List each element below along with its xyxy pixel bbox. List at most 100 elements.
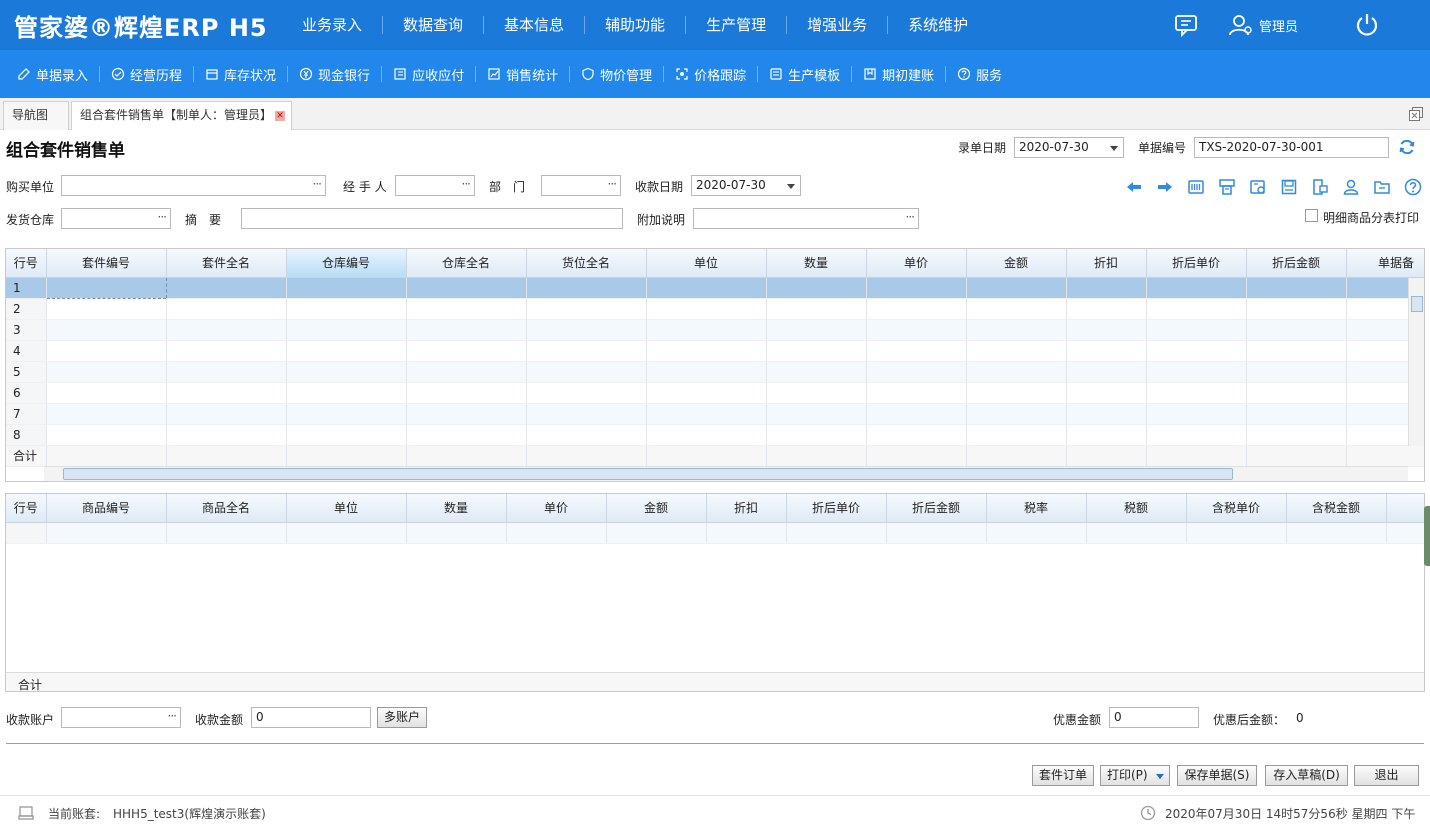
table-cell[interactable]	[406, 424, 527, 446]
table-cell[interactable]	[966, 403, 1067, 425]
table-cell[interactable]	[966, 340, 1067, 362]
table-cell[interactable]	[46, 382, 167, 404]
column-header[interactable]: 单位	[286, 494, 407, 523]
column-header[interactable]: 商品编号	[46, 494, 167, 523]
table-row[interactable]: 4	[6, 340, 1424, 362]
top-nav-aux-functions[interactable]: 辅助功能	[585, 16, 687, 34]
table-cell[interactable]	[526, 361, 647, 383]
column-header[interactable]: 单据备	[1346, 249, 1424, 278]
scrollbar-thumb[interactable]	[1411, 296, 1423, 312]
table-row[interactable]	[6, 522, 1424, 544]
table-cell[interactable]	[166, 424, 287, 446]
table-cell[interactable]	[406, 277, 527, 299]
ellipsis-icon[interactable]: ···	[608, 175, 618, 194]
subnav-document-entry[interactable]: 单据录入	[6, 66, 101, 84]
table-cell[interactable]	[406, 298, 527, 320]
kit-order-button[interactable]: 套件订单	[1032, 765, 1094, 786]
column-header[interactable]: 折后金额	[886, 494, 987, 523]
subnav-production-template[interactable]: 生产模板	[758, 66, 853, 84]
table-cell[interactable]	[286, 340, 407, 362]
table-cell[interactable]	[46, 340, 167, 362]
column-header[interactable]: 含税单价	[1186, 494, 1287, 523]
user-icon[interactable]	[1227, 12, 1253, 38]
table-cell[interactable]	[526, 424, 647, 446]
column-header[interactable]: 仓库编号	[286, 249, 407, 278]
scrollbar-thumb[interactable]	[63, 468, 1233, 480]
top-nav-business-entry[interactable]: 业务录入	[282, 16, 384, 34]
table-row[interactable]: 3	[6, 319, 1424, 341]
subnav-service[interactable]: 服务	[946, 66, 1013, 84]
config-icon[interactable]	[1242, 178, 1273, 198]
column-header[interactable]: 金额	[606, 494, 707, 523]
user-icon[interactable]	[1335, 178, 1366, 198]
table-cell[interactable]	[1146, 424, 1247, 446]
table-cell[interactable]	[766, 361, 867, 383]
table-cell[interactable]	[406, 382, 527, 404]
power-icon[interactable]	[1354, 12, 1380, 38]
table-cell[interactable]	[866, 382, 967, 404]
table-cell[interactable]	[1146, 277, 1247, 299]
restore-window-icon[interactable]	[1408, 106, 1424, 122]
table-cell[interactable]	[46, 298, 167, 320]
table-row[interactable]: 6	[6, 382, 1424, 404]
detail-print-checkbox[interactable]	[1305, 209, 1318, 222]
table-cell[interactable]	[1066, 277, 1147, 299]
table-cell[interactable]	[966, 382, 1067, 404]
table-cell[interactable]	[1246, 403, 1347, 425]
table-cell[interactable]	[1246, 319, 1347, 341]
table-cell[interactable]	[966, 298, 1067, 320]
horizontal-scrollbar[interactable]	[44, 466, 1408, 481]
table-cell[interactable]	[866, 403, 967, 425]
column-header[interactable]: 套件编号	[46, 249, 167, 278]
table-cell[interactable]	[526, 277, 647, 299]
barcode-icon[interactable]	[1180, 178, 1211, 198]
warehouse-input[interactable]: ···	[61, 208, 171, 229]
document-number-input[interactable]: TXS-2020-07-30-001	[1194, 137, 1389, 158]
table-cell[interactable]	[1066, 361, 1147, 383]
table-cell[interactable]	[766, 424, 867, 446]
arrow-left-icon[interactable]	[1118, 178, 1149, 198]
table-cell[interactable]	[526, 298, 647, 320]
table-cell[interactable]	[646, 340, 767, 362]
table-cell[interactable]	[866, 298, 967, 320]
multi-account-button[interactable]: 多账户	[377, 707, 427, 728]
ellipsis-icon[interactable]: ···	[462, 175, 472, 194]
column-header[interactable]: 数量	[766, 249, 867, 278]
table-row[interactable]: 2	[6, 298, 1424, 320]
column-header[interactable]: 仓库全名	[406, 249, 527, 278]
column-header[interactable]: 折后单价	[1146, 249, 1247, 278]
summary-input[interactable]	[241, 208, 623, 229]
table-cell[interactable]	[1146, 298, 1247, 320]
table-cell[interactable]	[45, 276, 167, 299]
table-cell[interactable]	[1066, 298, 1147, 320]
table-cell[interactable]	[1246, 298, 1347, 320]
table-cell[interactable]	[1246, 361, 1347, 383]
column-header[interactable]: 套件全名	[166, 249, 287, 278]
ellipsis-icon[interactable]: ···	[313, 175, 323, 194]
table-cell[interactable]	[966, 424, 1067, 446]
discount-amount-input[interactable]: 0	[1109, 707, 1199, 728]
refresh-icon[interactable]	[1398, 138, 1416, 156]
table-cell[interactable]	[646, 319, 767, 341]
table-cell[interactable]	[646, 361, 767, 383]
table-cell[interactable]	[966, 277, 1067, 299]
save-icon[interactable]	[1273, 178, 1304, 198]
subnav-business-history[interactable]: 经营历程	[100, 66, 195, 84]
table-cell[interactable]	[526, 382, 647, 404]
table-cell[interactable]	[866, 361, 967, 383]
exit-button[interactable]: 退出	[1354, 765, 1419, 786]
table-cell[interactable]	[646, 424, 767, 446]
subnav-receivables[interactable]: 应收应付	[382, 66, 477, 84]
subnav-cash-bank[interactable]: 现金银行	[288, 66, 383, 84]
handler-input[interactable]: ···	[395, 175, 475, 196]
table-cell[interactable]	[646, 298, 767, 320]
department-input[interactable]: ···	[541, 175, 621, 196]
table-cell[interactable]	[1146, 403, 1247, 425]
folder-icon[interactable]	[1366, 178, 1397, 198]
table-cell[interactable]	[286, 403, 407, 425]
table-cell[interactable]	[1066, 403, 1147, 425]
table-cell[interactable]	[406, 340, 527, 362]
tab-navigation-map[interactable]: 导航图	[3, 101, 69, 130]
table-cell[interactable]	[166, 298, 287, 320]
column-header[interactable]: 数量	[406, 494, 507, 523]
